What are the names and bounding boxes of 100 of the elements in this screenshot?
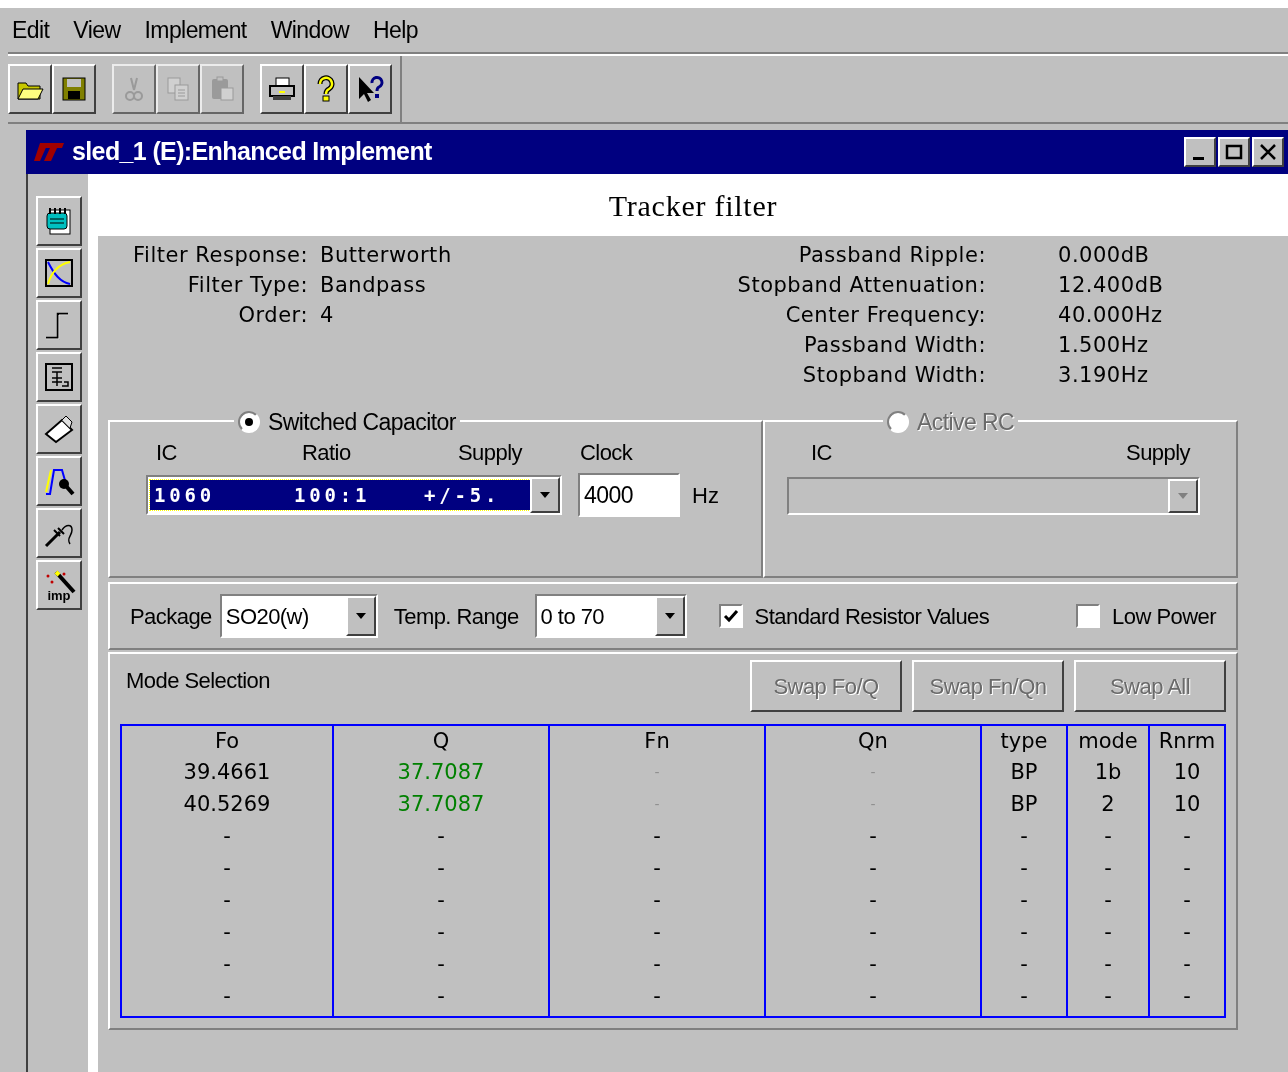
sidebar-button[interactable] [36,352,82,402]
supply-dropdown[interactable] [787,477,1200,515]
save-icon [59,74,89,104]
table-cell-text: 37.7087 [397,791,485,818]
table-cell-text: - [869,887,877,914]
table-cell-text: - [1183,823,1191,850]
checkbox[interactable] [718,604,743,628]
table-cell-text: - [437,887,445,914]
column-label: Supply [458,439,524,467]
table-cell-text: - [1104,887,1112,914]
menu-item[interactable]: Edit [12,12,50,48]
table-cell-text: - [1020,887,1028,914]
menu-item[interactable]: View [73,12,121,48]
table-cell-text: - [1104,823,1112,850]
selected-option: SO20(w) [221,599,309,633]
table-cell-text: - [437,951,445,978]
column-label: Ratio [302,439,352,467]
table-cell-text: - [1020,823,1028,850]
unit-label: Hz [692,481,719,510]
minimize-button[interactable] [1184,137,1216,167]
table-cell-text: - [869,919,877,946]
sidebar-button[interactable]: imp [36,560,82,610]
sidebar-button[interactable] [36,404,82,454]
clock-field[interactable]: 4000 [578,473,680,517]
radio-label: Active RC [917,408,1015,437]
toolbar-button[interactable] [348,64,392,114]
package-dropdown[interactable]: SO20(w) [219,594,378,638]
table-cell-text: - [223,951,231,978]
table-cell-text: - [437,983,445,1010]
table-cell-text: - [437,919,445,946]
table-cell-text: - [870,763,876,782]
spec-value: Butterworth [320,242,452,269]
table-cell-text: - [653,887,661,914]
column-header: Fn [644,728,670,755]
sidebar-button[interactable] [36,508,82,558]
table-cell-text: 2 [1101,791,1115,818]
table-cell-text: - [653,919,661,946]
table-cell-text: - [653,823,661,850]
sidebar-button[interactable] [36,456,82,506]
sidebar-button[interactable] [36,196,82,246]
table-cell-text: - [1020,855,1028,882]
table-cell-text: - [869,823,877,850]
menu-item[interactable]: Help [373,12,419,48]
spec-label: Passband Ripple: [797,242,986,269]
table-cell-text: - [1104,983,1112,1010]
ic-dropdown[interactable]: 1060 100:1 +/-5. [146,475,562,515]
sidebar-button[interactable] [36,248,82,298]
close-button[interactable] [1252,137,1284,167]
radio-label: Switched Capacitor [268,408,456,437]
schematic-icon [42,360,76,394]
table-cell-text: - [437,855,445,882]
spec-label: Center Frequency: [784,302,986,329]
checkmark-icon [722,608,739,624]
column-header: mode [1078,728,1138,755]
maximize-button[interactable] [1218,137,1250,167]
table-cell-text: BP [1010,759,1038,786]
table-cell-text: - [654,795,660,814]
menu-item[interactable]: Window [270,12,350,48]
spec-label: Passband Width: [803,332,986,359]
table-cell-text: - [869,855,877,882]
table-cell-text: - [223,887,231,914]
table-cell-text: - [1183,855,1191,882]
temp-range-dropdown[interactable]: 0 to 70 [534,594,687,638]
table-cell-text: 40.5269 [183,791,271,818]
table-cell-text: - [870,795,876,814]
selected-option: 1060 100:1 +/-5. [150,480,530,510]
table-cell-text: - [869,983,877,1010]
panel-title: Tracker filter [607,187,779,224]
checkbox-label: Low Power [1112,602,1216,631]
table-cell-text: - [1183,887,1191,914]
column-label: Clock [580,439,633,467]
table-cell-text: 10 [1173,759,1201,786]
table-cell-text: - [437,823,445,850]
radio-button[interactable] [238,411,260,434]
spec-value: 4 [320,302,335,329]
menu-item[interactable]: Implement [144,12,247,48]
spec-value: 1.500Hz [1057,332,1150,359]
toolbar-button[interactable] [8,64,52,114]
table-cell-text: 10 [1173,791,1201,818]
table-cell-text: - [223,919,231,946]
table-cell-text: - [1183,983,1191,1010]
checkbox[interactable] [1076,604,1101,628]
toolbar-button[interactable] [52,64,96,114]
table-cell-text: - [1020,919,1028,946]
window-title: sled_1 (E):Enhanced Implement [72,136,433,168]
toolbar-button[interactable] [304,64,348,114]
table-cell-text: BP [1010,791,1038,818]
field-label: Temp. Range [393,602,519,631]
field-label: Package [130,602,212,631]
column-label: IC [811,439,832,467]
table-cell-text: - [1104,855,1112,882]
toolbar-button[interactable] [260,64,304,114]
table-cell-text: - [1183,951,1191,978]
table-cell-text: 37.7087 [397,759,485,786]
column-label: Supply [1126,439,1190,467]
spec-label: Filter Type: [186,272,308,299]
column-header: Qn [858,728,888,755]
sidebar-button[interactable] [36,300,82,350]
table-cell-text: - [223,855,231,882]
spec-label: Order: [237,302,308,329]
